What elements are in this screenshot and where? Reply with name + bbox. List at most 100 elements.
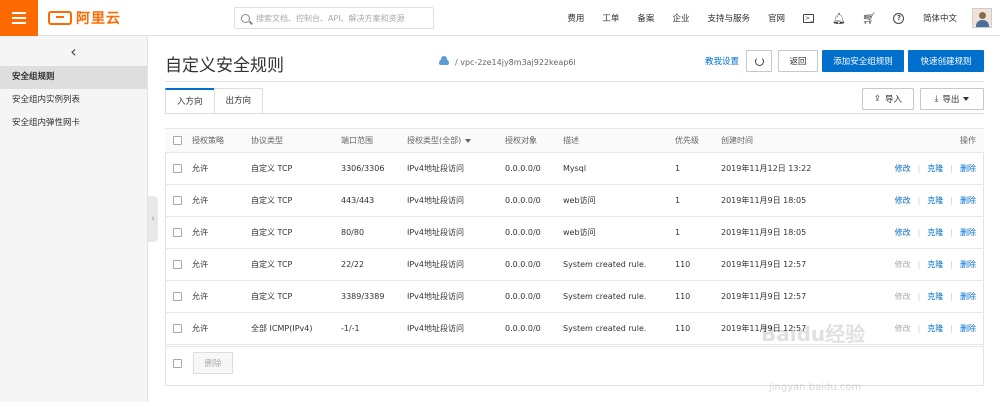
terminal-icon[interactable]: >_ [794,0,824,36]
row-actions: 修改 | 克隆 | 删除 [895,281,976,312]
row-checkbox[interactable] [173,324,182,333]
cell-policy: 允许 [192,164,208,173]
export-button[interactable]: ⤓ 导出 [920,88,984,110]
clone-rule-link[interactable]: 克隆 [927,195,943,206]
table-row: 允许 自定义 TCP 3306/3306 IPv4地址段访问 0.0.0.0/0 Mysq… [165,153,984,185]
clone-rule-link[interactable]: 克隆 [927,163,943,174]
cell-auth-type: IPv4地址段访问 [407,196,465,205]
cell-auth-object: 0.0.0.0/0 [505,324,541,333]
bell-icon[interactable]: 🔔︎ [824,0,854,36]
import-button[interactable]: ⇪ 导入 [862,88,914,110]
col-auth-type-filter[interactable]: 授权类型(全部) [407,129,472,152]
row-checkbox[interactable] [173,196,182,205]
delete-rule-link[interactable]: 删除 [960,323,976,334]
row-checkbox[interactable] [173,228,182,237]
cell-description: web访问 [563,196,596,205]
clone-rule-link[interactable]: 克隆 [927,227,943,238]
help-setup-link[interactable]: 教我设置 [705,55,739,67]
action-separator: | [917,324,921,333]
tab-outbound[interactable]: 出方向 [213,88,264,114]
row-checkbox[interactable] [173,292,182,301]
action-separator: | [950,324,953,333]
edit-rule-link[interactable]: 修改 [895,195,911,206]
import-label: 导入 [885,95,903,105]
quick-create-button[interactable]: 快速创建规则 [908,50,984,72]
col-auth-object: 授权对象 [505,136,537,145]
clone-rule-link[interactable]: 克隆 [927,259,943,270]
logo-text: 阿里云 [76,10,121,27]
nav-support[interactable]: 支持与服务 [698,0,759,36]
delete-rule-link[interactable]: 删除 [960,259,976,270]
cell-policy: 允许 [192,324,208,333]
user-avatar[interactable] [972,8,992,28]
upload-icon: ⇪ [873,94,882,104]
cell-description: System created rule. [563,324,647,333]
sidebar-item-rules[interactable]: 安全组规则 [0,66,147,89]
language-switch[interactable]: 简体中文 [914,0,966,36]
footer-select-all-checkbox[interactable] [173,359,182,368]
menu-icon-bar [12,21,26,24]
delete-rule-link[interactable]: 删除 [960,163,976,174]
top-nav-links: 费用 工单 备案 企业 支持与服务 官网 >_ 🔔︎ 🛒︎ ? 简体中文 [558,0,1000,36]
clone-rule-link[interactable]: 克隆 [927,323,943,334]
nav-enterprise[interactable]: 企业 [663,0,698,36]
hamburger-menu-button[interactable] [0,0,38,36]
col-created: 创建时间 [721,136,753,145]
nav-icp[interactable]: 备案 [628,0,663,36]
delete-rule-link[interactable]: 删除 [960,291,976,302]
cell-auth-type: IPv4地址段访问 [407,324,465,333]
row-checkbox[interactable] [173,260,182,269]
nav-billing[interactable]: 费用 [558,0,593,36]
action-separator: | [917,260,921,269]
cell-description: System created rule. [563,260,647,269]
menu-icon-bar [12,11,26,14]
cell-protocol: 自定义 TCP [251,260,293,269]
delete-rule-link[interactable]: 删除 [960,227,976,238]
row-actions: 修改 | 克隆 | 删除 [895,217,976,248]
back-button[interactable]: 返回 [778,50,818,72]
cell-policy: 允许 [192,260,208,269]
tab-inbound[interactable]: 入方向 [165,88,215,114]
cell-protocol: 自定义 TCP [251,228,293,237]
help-icon[interactable]: ? [884,0,914,36]
clone-rule-link[interactable]: 克隆 [927,291,943,302]
edit-rule-link[interactable]: 修改 [895,227,911,238]
select-all-checkbox[interactable] [173,136,182,145]
bulk-delete-button[interactable]: 删除 [193,352,233,374]
cell-policy: 允许 [192,196,208,205]
table-footer: 删除 [165,346,984,381]
tabs-divider [165,113,984,114]
refresh-icon [754,56,764,66]
col-port: 端口范围 [341,136,373,145]
refresh-button[interactable] [746,50,772,72]
aliyun-logo[interactable]: 阿里云 [48,0,121,36]
cloud-icon [439,56,449,65]
global-search[interactable] [234,7,434,29]
cell-auth-object: 0.0.0.0/0 [505,260,541,269]
action-separator: | [917,196,921,205]
cell-auth-object: 0.0.0.0/0 [505,164,541,173]
nav-official-site[interactable]: 官网 [759,0,794,36]
action-separator: | [950,292,953,301]
cart-icon[interactable]: 🛒︎ [854,0,884,36]
row-checkbox[interactable] [173,164,182,173]
cell-protocol: 自定义 TCP [251,292,293,301]
edit-rule-link[interactable]: 修改 [895,163,911,174]
watermark-logo: Baidu经验 [761,322,866,346]
table-row: 允许 自定义 TCP 22/22 IPv4地址段访问 0.0.0.0/0 System c… [165,249,984,281]
watermark-url: jingyan.baidu.com [769,382,862,393]
delete-rule-link[interactable]: 删除 [960,195,976,206]
cell-port: 80/80 [341,228,365,237]
sidebar-item-instances[interactable]: 安全组内实例列表 [0,89,147,112]
back-arrow-icon[interactable]: ‹ [0,36,147,66]
add-rule-button[interactable]: 添加安全组规则 [822,50,904,72]
cell-port: 3306/3306 [341,164,385,173]
sidebar-item-enis[interactable]: 安全组内弹性网卡 [0,112,147,135]
cell-priority: 1 [675,164,681,173]
edit-rule-link: 修改 [894,324,911,333]
cell-policy: 允许 [192,292,208,301]
nav-tickets[interactable]: 工单 [593,0,628,36]
search-input[interactable] [256,13,426,23]
download-icon: ⤓ [934,94,939,104]
action-separator: | [950,196,953,205]
